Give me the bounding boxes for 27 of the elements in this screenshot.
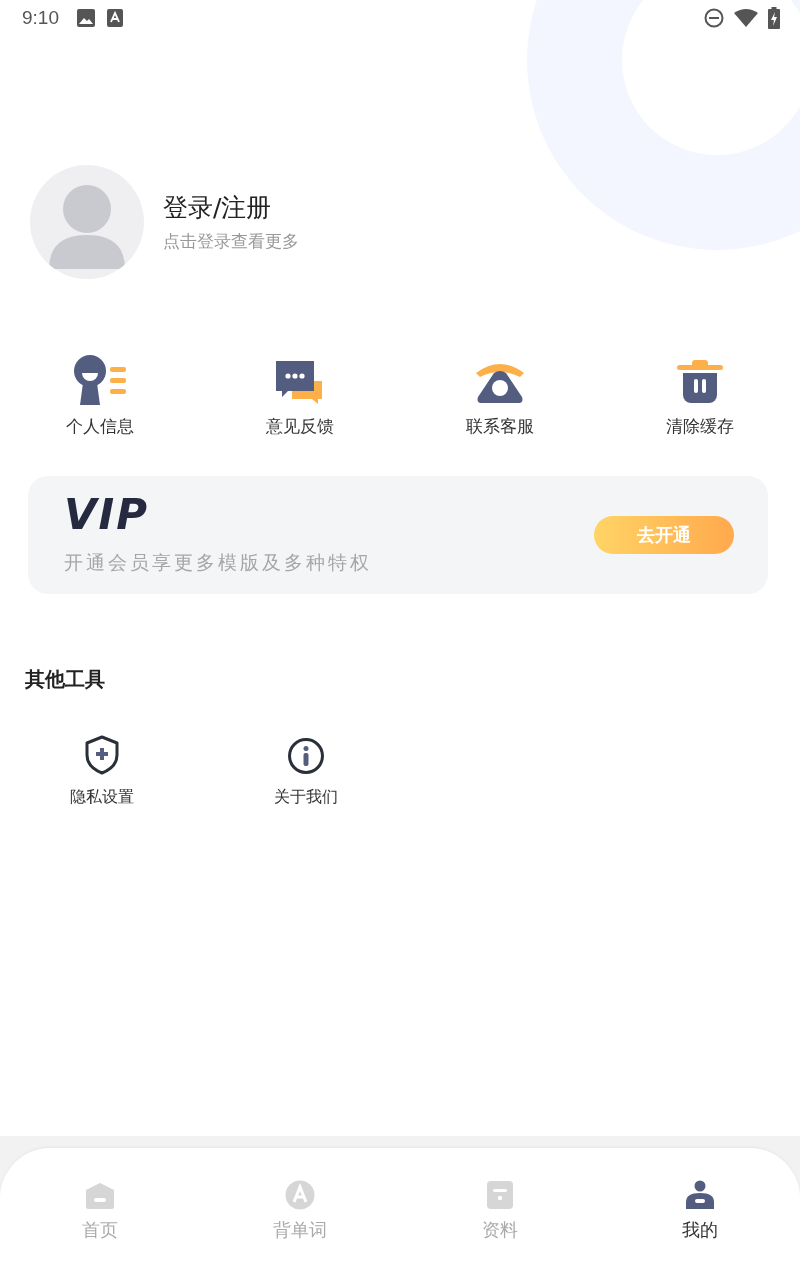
- info-icon: [287, 737, 325, 775]
- house-icon: [85, 1182, 115, 1210]
- action-label[interactable]: 关于我们: [274, 787, 338, 808]
- wifi-icon: [734, 9, 758, 27]
- person-icon: [685, 1180, 715, 1210]
- person-list-icon: [72, 353, 128, 405]
- vip-description: 开通会员享更多模版及多种特权: [64, 550, 373, 575]
- action-label[interactable]: 清除缓存: [666, 415, 734, 438]
- action-label[interactable]: 个人信息: [66, 415, 134, 438]
- image-icon: [77, 9, 95, 27]
- action-label[interactable]: 隐私设置: [70, 787, 134, 808]
- document-icon: [486, 1180, 514, 1210]
- do-not-disturb-icon: [704, 8, 724, 28]
- battery-charging-icon: [768, 7, 780, 29]
- section-title: 其他工具: [25, 666, 106, 693]
- clock: 9:10: [22, 7, 59, 29]
- shield-plus-icon: [84, 735, 120, 775]
- login-subtitle: 点击登录查看更多: [163, 230, 299, 253]
- vip-logo: VIP: [64, 494, 150, 536]
- action-label[interactable]: 意见反馈: [266, 415, 334, 438]
- trash-icon: [675, 359, 725, 405]
- letter-a-bubble-icon: [284, 1180, 316, 1210]
- action-label[interactable]: 联系客服: [466, 415, 534, 438]
- login-title[interactable]: 登录/注册: [163, 191, 299, 224]
- telephone-icon: [474, 361, 526, 405]
- letter-a-icon: [107, 9, 123, 27]
- tab[interactable]: 我的: [600, 1148, 800, 1280]
